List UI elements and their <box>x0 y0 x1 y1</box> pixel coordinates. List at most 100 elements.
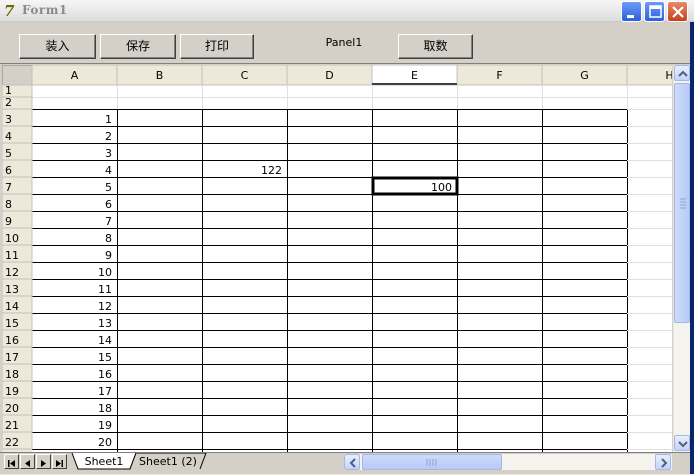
spreadsheet-grid[interactable]: A B C D E F G H 1 2 3 4 5 6 7 8 9 10 11 12 13 14 15 16 17 18 19 20 2… <box>2 65 672 452</box>
window-border <box>690 22 694 474</box>
sheet-tabs: Sheet1 Sheet1 (2) <box>71 453 207 470</box>
row-header-label: 21 <box>5 419 19 432</box>
row-header-label: 2 <box>5 96 12 109</box>
first-icon <box>8 460 15 467</box>
application-window: 7 Form1 装入 保存 打印 Panel1 取数 ABCDEFGH12345… <box>0 0 694 474</box>
row-header-label: 14 <box>5 300 19 313</box>
column-header-label: F <box>496 69 502 82</box>
row-header-label: 6 <box>5 164 12 177</box>
cell-a17: 15 <box>98 351 112 364</box>
row-header-label: 16 <box>5 334 19 347</box>
horizontal-scrollbar[interactable] <box>344 454 672 470</box>
row-header-label: 3 <box>5 113 12 126</box>
minimize-button[interactable] <box>621 1 642 22</box>
form-client-area: 装入 保存 打印 Panel1 取数 A B C D E F G H 1 2 3 4 5 6 7 8 9 10 11… <box>0 22 694 474</box>
fetch-data-button[interactable]: 取数 <box>398 34 473 59</box>
row-header-label: 9 <box>5 215 12 228</box>
arrow-down-icon <box>678 441 688 448</box>
app-icon[interactable]: 7 <box>4 2 20 20</box>
row-header-label: 4 <box>5 130 12 143</box>
panel1-label: Panel1 <box>325 36 363 49</box>
row-header-label: 10 <box>5 232 19 245</box>
spreadsheet-canvas[interactable]: A B C D E F G H12345678910111213141516171819202… <box>2 65 672 452</box>
cell-a21: 19 <box>98 419 112 432</box>
print-button[interactable]: 打印 <box>180 34 254 59</box>
load-button[interactable]: 装入 <box>19 34 96 59</box>
save-button[interactable]: 保存 <box>100 34 176 59</box>
active-column-indicator <box>372 83 457 85</box>
cell-a18: 16 <box>98 368 112 381</box>
row-header-label: 15 <box>5 317 19 330</box>
column-header-label: A <box>71 69 79 82</box>
cell-a22: 20 <box>98 436 112 449</box>
row-header-label: 8 <box>5 198 12 211</box>
maximize-button[interactable] <box>644 1 665 22</box>
cell-a12: 10 <box>98 266 112 279</box>
vertical-scroll-thumb[interactable] <box>674 83 690 323</box>
cell-a3: 1 <box>105 113 112 126</box>
column-header-label: E <box>411 69 418 82</box>
grip-icon <box>426 459 437 466</box>
arrow-right-icon <box>661 458 668 468</box>
cell-a5: 3 <box>105 147 112 160</box>
select-all-corner <box>2 65 33 86</box>
window-title: Form1 <box>22 3 68 17</box>
cell-a11: 9 <box>105 249 112 262</box>
scroll-down-button[interactable] <box>674 435 690 451</box>
cell-a16: 14 <box>98 334 112 347</box>
row-header-label: 18 <box>5 368 19 381</box>
cell-a20: 18 <box>98 402 112 415</box>
cell-a15: 13 <box>98 317 112 330</box>
cell-a7: 5 <box>105 181 112 194</box>
row-header-label: 5 <box>5 147 12 160</box>
title-bar[interactable]: 7 Form1 <box>0 0 694 22</box>
row-header-label: 12 <box>5 266 19 279</box>
row-header-label: 19 <box>5 385 19 398</box>
first-sheet-button[interactable] <box>4 454 19 469</box>
row-header-label: 22 <box>5 436 19 449</box>
cell-a6: 4 <box>105 164 112 177</box>
cell-e7: 100 <box>431 181 452 194</box>
scroll-left-button[interactable] <box>344 454 360 470</box>
horizontal-scroll-thumb[interactable] <box>362 454 502 470</box>
row-header-label: 11 <box>5 249 19 262</box>
sheet-tab-bar: Sheet1 Sheet1 (2) <box>0 452 690 471</box>
cell-a4: 2 <box>105 130 112 143</box>
arrow-left-icon <box>349 458 356 468</box>
cell-a14: 12 <box>98 300 112 313</box>
close-button[interactable] <box>667 1 688 22</box>
cell-a19: 17 <box>98 385 112 398</box>
arrow-up-icon <box>678 70 688 77</box>
cell-a9: 7 <box>105 215 112 228</box>
resize-grip[interactable] <box>673 454 690 471</box>
tab-sheet1-2-label: Sheet1 (2) <box>139 455 197 468</box>
vertical-scrollbar[interactable] <box>673 65 690 452</box>
cell-a13: 11 <box>98 283 112 296</box>
column-header-label: C <box>241 69 249 82</box>
minimize-icon <box>627 15 634 18</box>
last-icon <box>56 460 63 467</box>
column-header-label: B <box>156 69 164 82</box>
toolbar-panel: 装入 保存 打印 Panel1 取数 <box>0 22 690 64</box>
row-header-label: 13 <box>5 283 19 296</box>
row-header-label: 20 <box>5 402 19 415</box>
row-header-label: 7 <box>5 181 12 194</box>
next-icon <box>41 460 46 467</box>
cell-a8: 6 <box>105 198 112 211</box>
previous-icon <box>25 460 30 467</box>
row-header-label: 17 <box>5 351 19 364</box>
column-header-label: H <box>665 69 672 82</box>
grip-icon <box>680 198 686 209</box>
close-icon <box>672 6 684 18</box>
tab-sheet1-label: Sheet1 <box>85 455 124 468</box>
maximize-icon <box>649 5 662 18</box>
scroll-up-button[interactable] <box>674 65 690 81</box>
cell-c6: 122 <box>261 164 282 177</box>
column-header-label: G <box>580 69 589 82</box>
cell-a10: 8 <box>105 232 112 245</box>
previous-sheet-button[interactable] <box>20 454 35 469</box>
next-sheet-button[interactable] <box>36 454 51 469</box>
last-sheet-button[interactable] <box>52 454 67 469</box>
scroll-right-button[interactable] <box>655 454 671 470</box>
column-header-label: D <box>325 69 333 82</box>
